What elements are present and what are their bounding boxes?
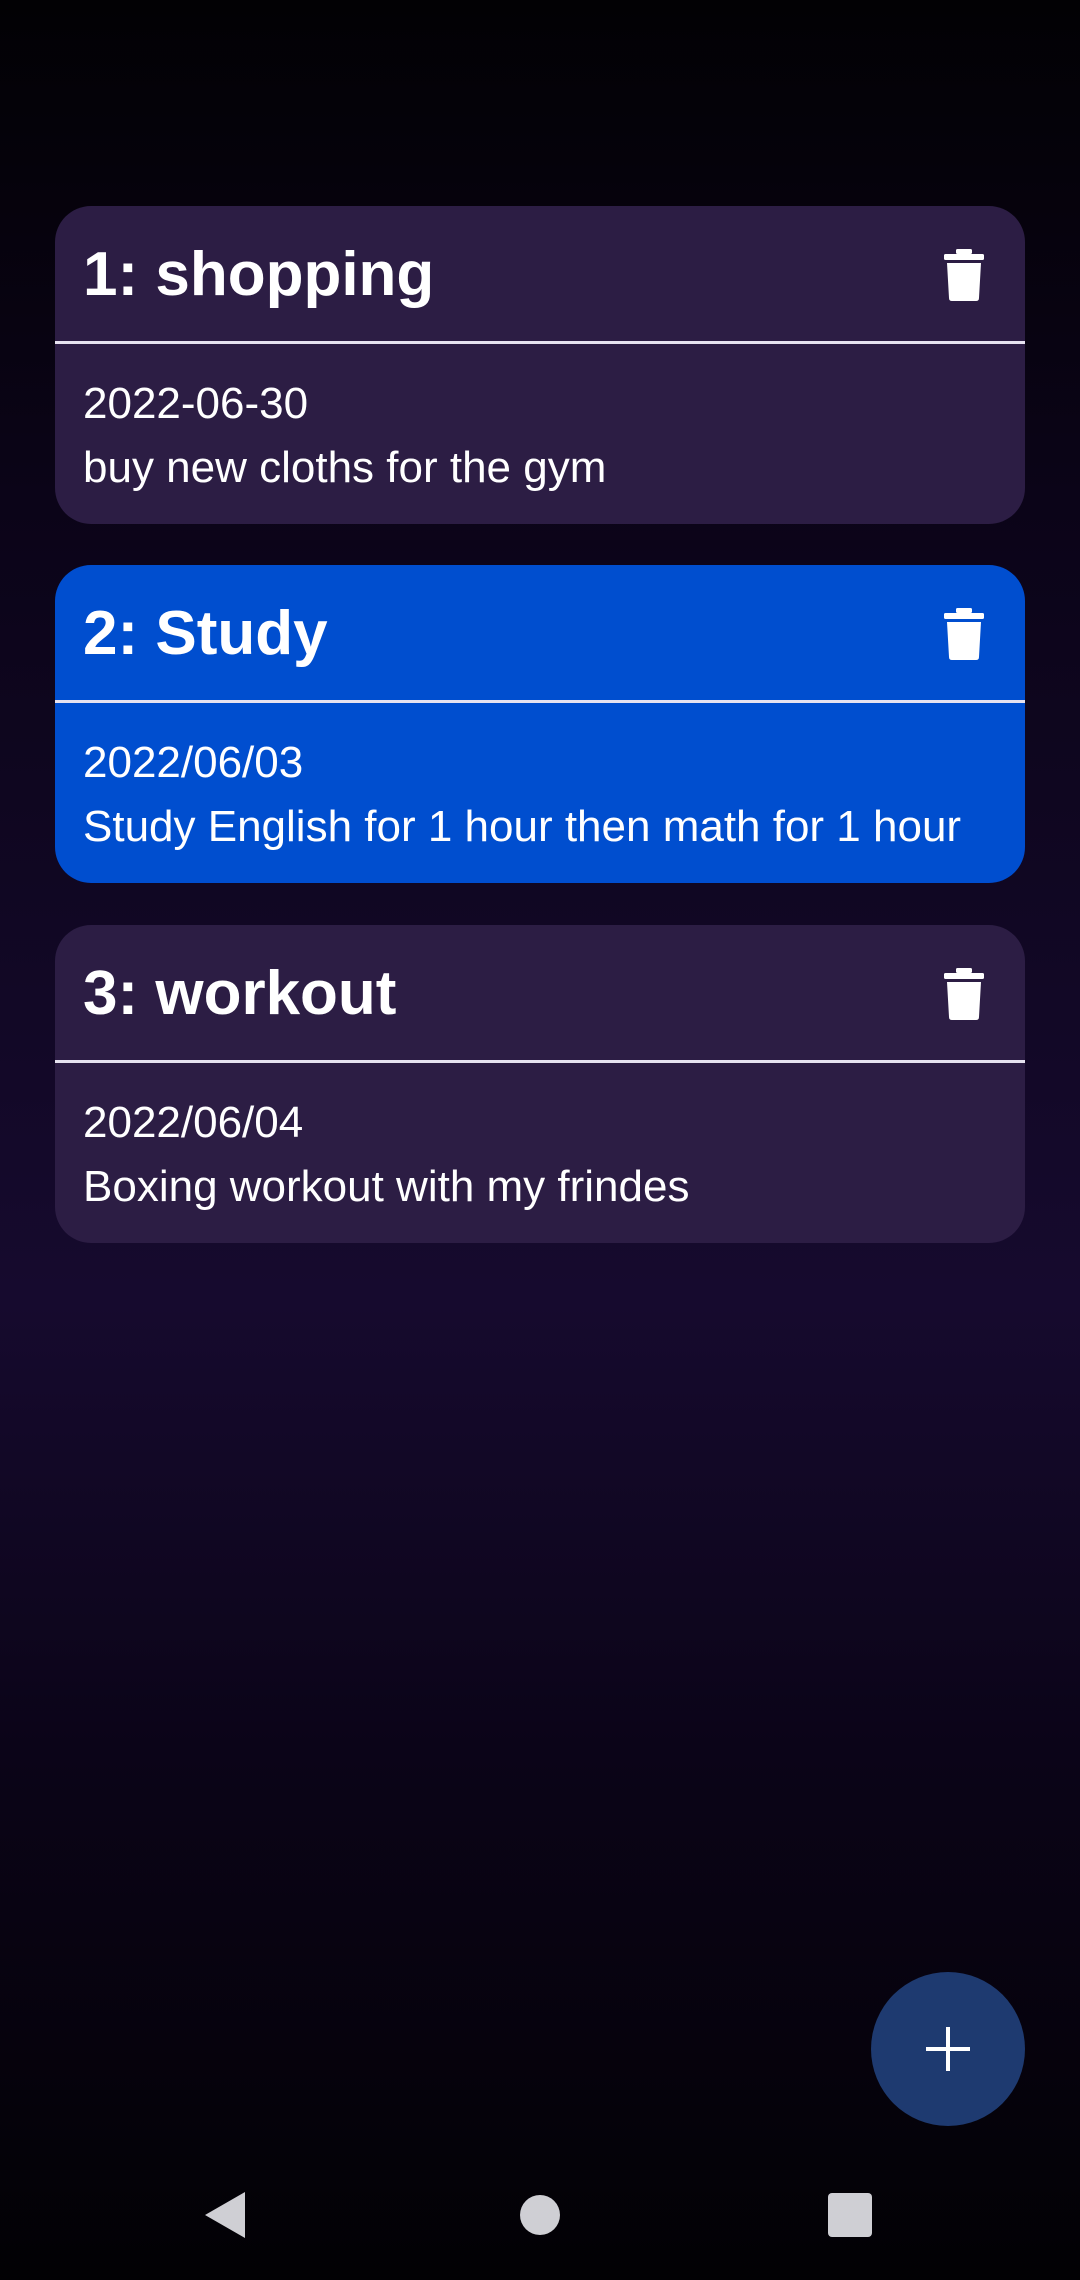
task-card-header: 1: shopping bbox=[55, 206, 1025, 344]
trash-icon bbox=[944, 249, 984, 301]
task-title: 3: workout bbox=[83, 959, 397, 1028]
task-date: 2022-06-30 bbox=[83, 379, 309, 428]
square-recents-icon bbox=[828, 2193, 872, 2237]
trash-icon bbox=[944, 968, 984, 1020]
triangle-back-icon bbox=[205, 2192, 245, 2238]
trash-icon bbox=[944, 608, 984, 660]
task-card-header: 2: Study bbox=[55, 565, 1025, 703]
plus-icon bbox=[926, 2027, 970, 2071]
task-date: 2022/06/04 bbox=[83, 1098, 304, 1147]
task-card-selected[interactable]: 2: Study 2022/06/03 Study English for 1 … bbox=[55, 565, 1025, 883]
delete-task-button[interactable] bbox=[929, 599, 999, 669]
task-description: buy new cloths for the gym bbox=[83, 443, 607, 492]
recents-button[interactable] bbox=[805, 2170, 895, 2260]
task-title: 2: Study bbox=[83, 599, 328, 668]
circle-home-icon bbox=[520, 2195, 560, 2235]
delete-task-button[interactable] bbox=[929, 240, 999, 310]
task-description: Boxing workout with my frindes bbox=[83, 1162, 690, 1211]
task-card[interactable]: 1: shopping 2022-06-30 buy new cloths fo… bbox=[55, 206, 1025, 524]
task-description: Study English for 1 hour then math for 1… bbox=[83, 802, 962, 851]
task-date: 2022/06/03 bbox=[83, 738, 304, 787]
task-title: 1: shopping bbox=[83, 240, 435, 309]
delete-task-button[interactable] bbox=[929, 959, 999, 1029]
task-card-header: 3: workout bbox=[55, 925, 1025, 1063]
back-button[interactable] bbox=[181, 2170, 271, 2260]
task-card[interactable]: 3: workout 2022/06/04 Boxing workout wit… bbox=[55, 925, 1025, 1243]
home-button[interactable] bbox=[495, 2170, 585, 2260]
add-task-button[interactable] bbox=[871, 1972, 1025, 2126]
system-navigation-bar bbox=[0, 2150, 1080, 2280]
